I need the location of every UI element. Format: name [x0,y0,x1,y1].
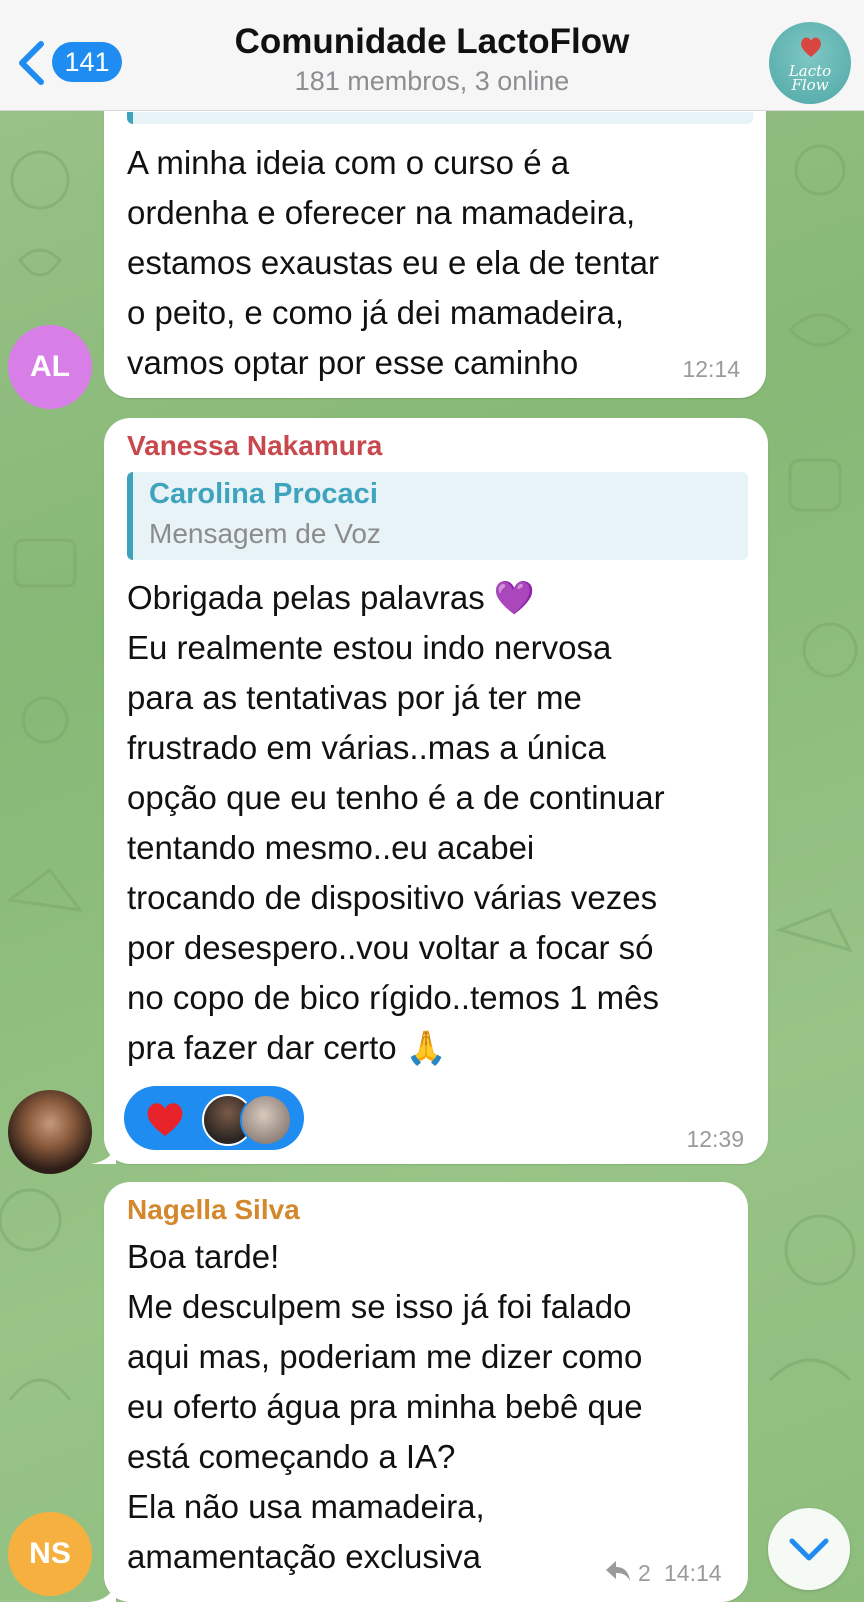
message-text: Obrigada pelas palavras 💜 Eu realmente e… [127,579,665,1066]
sender-name[interactable]: Vanessa Nakamura [127,430,382,462]
message-bubble[interactable]: A minha ideia com o curso é a ordenha e … [104,80,766,398]
bubble-tail [90,1576,116,1602]
group-logo-text: Lacto Flow [788,62,832,94]
reactor-avatar [240,1094,292,1146]
reply-arrow-icon [606,1561,630,1581]
message-time: 12:14 [682,356,740,382]
message-bubble[interactable]: Nagella Silva Boa tarde! Me desculpem se… [90,1182,748,1602]
message-time: 14:14 [664,1560,722,1586]
message-time: 12:39 [686,1126,744,1152]
message-bubble[interactable]: Vanessa Nakamura Carolina Procaci Mensag… [90,418,768,1164]
reply-text: Mensagem de Voz [149,518,381,549]
sender-name[interactable]: Nagella Silva [127,1194,300,1226]
reactions-bar[interactable] [124,1086,304,1150]
reply-quote-fragment [127,112,753,124]
avatar[interactable]: NS [8,1512,92,1596]
heart-logo-icon [801,37,821,57]
scroll-to-bottom-button[interactable] [768,1508,850,1590]
chevron-down-icon [789,1538,829,1561]
chat-title[interactable]: Comunidade LactoFlow [0,22,864,62]
message-text: A minha ideia com o curso é a ordenha e … [127,144,659,381]
avatar[interactable]: AL [8,325,92,409]
heart-reaction-icon [147,1103,183,1136]
replies-count[interactable]: 2 [638,1560,651,1587]
reply-sender-name: Carolina Procaci [149,478,378,510]
reply-quote[interactable]: Carolina Procaci Mensagem de Voz [127,472,748,560]
chat-subtitle: 181 membros, 3 online [294,66,570,96]
avatar-photo[interactable] [8,1090,92,1174]
bubble-tail [90,1138,116,1164]
message-text: Boa tarde! Me desculpem se isso já foi f… [127,1238,643,1575]
group-avatar[interactable]: Lacto Flow [769,22,851,104]
chat-header: 141 Comunidade LactoFlow 181 membros, 3 … [0,0,864,111]
